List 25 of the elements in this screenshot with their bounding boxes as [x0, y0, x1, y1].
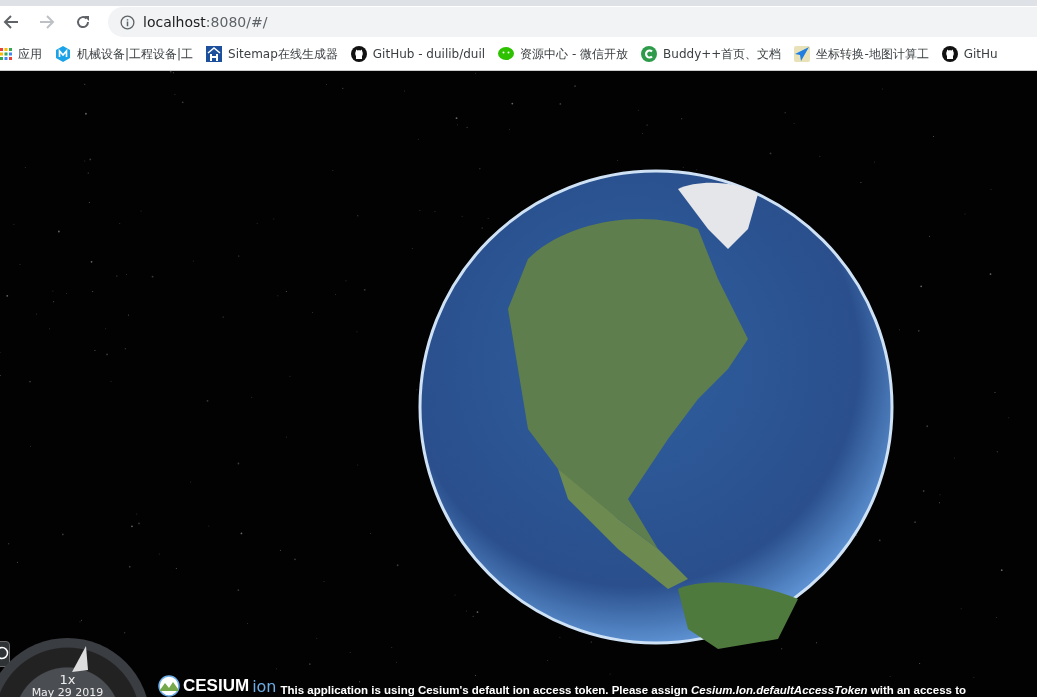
bookmark-link[interactable]: 应用: [0, 45, 42, 63]
bookmark-link[interactable]: GitHu: [941, 46, 998, 62]
speed-text: 1x: [59, 672, 76, 687]
c-letter-icon: [641, 46, 658, 62]
bookmark-link[interactable]: Sitemap在线生成器: [206, 45, 338, 63]
credit-text: This application is using Cesium's default ion access token. Please assign Cesium.Ion.defaultAccessToken with an access to: [280, 684, 966, 697]
m-letter-icon: [55, 46, 71, 62]
address-bar[interactable]: localhost:8080/#/: [108, 7, 1037, 37]
mountain-circle-icon: [158, 675, 180, 697]
bookmark-link[interactable]: Buddy++首页、文档: [641, 45, 782, 63]
apps-grid-icon: [0, 48, 12, 60]
back-arrow-icon: [3, 14, 19, 30]
bookmark-link[interactable]: GitHub - duilib/duil: [350, 46, 486, 62]
chat-bubble-icon: [498, 47, 515, 61]
forward-arrow-icon: [39, 14, 55, 30]
info-icon: [120, 14, 135, 30]
cesium-logo[interactable]: CESIUM ion: [158, 675, 277, 697]
house-letter-icon: [206, 46, 223, 62]
bookmark-link[interactable]: 坐标转换-地图计算工: [794, 45, 929, 63]
url-text: localhost:8080/#/: [143, 14, 268, 30]
reload-icon: [75, 14, 91, 30]
needle-icon: [70, 644, 90, 674]
bookmark-link[interactable]: 机械设备|工程设备|工: [55, 45, 194, 63]
paper-plane-icon: [794, 46, 811, 62]
bookmark-link[interactable]: 资源中心 - 微信开放: [498, 45, 629, 63]
